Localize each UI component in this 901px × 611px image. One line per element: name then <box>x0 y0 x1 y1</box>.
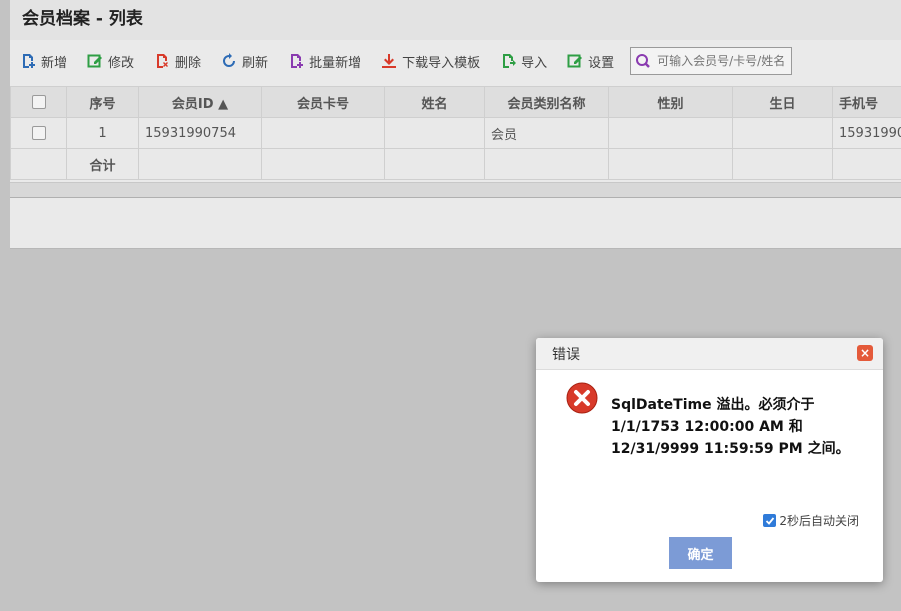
search-input[interactable] <box>655 53 790 69</box>
refresh-icon <box>221 53 237 69</box>
edit-button[interactable]: 修改 <box>77 46 144 76</box>
import-button[interactable]: 导入 <box>490 46 557 76</box>
add-doc-icon <box>20 53 36 69</box>
col-header-birthday[interactable]: 生日 <box>732 86 833 118</box>
import-button-label: 导入 <box>521 55 548 71</box>
refresh-button[interactable]: 刷新 <box>211 46 278 76</box>
delete-button-label: 删除 <box>175 55 202 71</box>
member-table: 序号 会员ID ▲ 会员卡号 姓名 会员类别名称 性别 生日 手机号 1 159… <box>10 86 901 180</box>
edit-icon <box>87 53 103 69</box>
col-header-member-id[interactable]: 会员ID ▲ <box>138 86 262 118</box>
member-list-panel: 会员档案 - 列表 新增 修改 删除 刷新 批量新增 下载导入模板 导入 设置 … <box>10 0 901 249</box>
edit-button-label: 修改 <box>108 55 135 71</box>
select-all-checkbox[interactable] <box>31 95 46 109</box>
error-icon <box>566 382 598 414</box>
auto-close-label: 2秒后自动关闭 <box>779 514 859 528</box>
select-all-cell <box>10 86 67 118</box>
total-cell <box>138 148 262 180</box>
col-header-index[interactable]: 序号 <box>66 86 139 118</box>
batch-add-button[interactable]: 批量新增 <box>278 46 371 76</box>
batch-add-button-label: 批量新增 <box>309 55 362 71</box>
col-header-card-no[interactable]: 会员卡号 <box>261 86 385 118</box>
search-box <box>630 47 793 75</box>
total-cell <box>261 148 385 180</box>
cell-phone: 15931990754 <box>832 117 901 149</box>
delete-doc-icon <box>154 53 170 69</box>
page-title: 会员档案 - 列表 <box>10 0 901 40</box>
total-cell <box>384 148 485 180</box>
total-cell <box>608 148 733 180</box>
row-select-cell <box>10 117 67 149</box>
cell-category: 会员 <box>484 117 609 149</box>
col-header-name[interactable]: 姓名 <box>384 86 485 118</box>
col-header-phone[interactable]: 手机号 <box>832 86 901 118</box>
cell-birthday <box>732 117 833 149</box>
refresh-button-label: 刷新 <box>242 55 269 71</box>
row-checkbox[interactable] <box>31 126 46 140</box>
col-header-member-id-label: 会员ID ▲ <box>171 96 229 112</box>
cell-card-no <box>261 117 385 149</box>
search-icon[interactable] <box>635 53 651 69</box>
table-header-row: 序号 会员ID ▲ 会员卡号 姓名 会员类别名称 性别 生日 手机号 <box>10 86 901 118</box>
dialog-message: SqlDateTime 溢出。必须介于 1/1/1753 12:00:00 AM… <box>611 397 850 457</box>
cell-name <box>384 117 485 149</box>
auto-close-checkbox[interactable] <box>763 514 777 527</box>
download-icon <box>381 53 397 69</box>
dialog-header: 错误 × <box>536 338 883 370</box>
error-dialog: 错误 × SqlDateTime 溢出。必须介于 1/1/1753 12:00:… <box>536 338 883 582</box>
batch-add-icon <box>288 53 304 69</box>
delete-button[interactable]: 删除 <box>144 46 211 76</box>
auto-close-option[interactable]: 2秒后自动关闭 <box>763 512 859 529</box>
total-cell <box>832 148 901 180</box>
total-cell <box>484 148 609 180</box>
add-button-label: 新增 <box>41 55 68 71</box>
download-template-button[interactable]: 下载导入模板 <box>371 46 490 76</box>
settings-button[interactable]: 设置 <box>557 46 624 76</box>
horizontal-scrollbar[interactable] <box>10 182 901 198</box>
settings-button-label: 设置 <box>588 55 615 71</box>
settings-icon <box>567 53 583 69</box>
total-label: 合计 <box>66 148 139 180</box>
total-row: 合计 <box>10 148 901 180</box>
dialog-title: 错误 <box>552 347 580 363</box>
cell-member-id[interactable]: 15931990754 <box>138 117 262 149</box>
add-button[interactable]: 新增 <box>10 46 77 76</box>
download-template-button-label: 下载导入模板 <box>402 55 481 71</box>
ok-button[interactable]: 确定 <box>669 537 732 569</box>
import-icon <box>500 53 517 69</box>
toolbar: 新增 修改 删除 刷新 批量新增 下载导入模板 导入 设置 可输入会员号/卡号/… <box>10 44 901 78</box>
cell-index: 1 <box>66 117 139 149</box>
cell-gender <box>608 117 733 149</box>
total-cell <box>732 148 833 180</box>
table-row[interactable]: 1 15931990754 会员 15931990754 <box>10 117 901 149</box>
check-icon <box>765 516 775 525</box>
close-icon[interactable]: × <box>857 345 873 361</box>
total-empty-cell <box>10 148 67 180</box>
col-header-category[interactable]: 会员类别名称 <box>484 86 609 118</box>
col-header-gender[interactable]: 性别 <box>608 86 733 118</box>
